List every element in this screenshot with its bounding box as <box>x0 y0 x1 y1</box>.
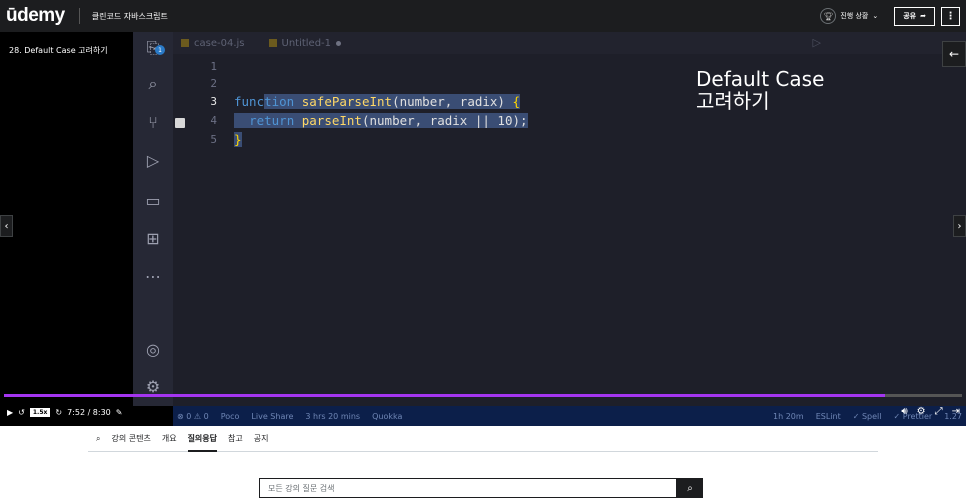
udemy-logo[interactable]: ūdemy <box>6 5 65 27</box>
volume-icon[interactable]: 🔊︎ <box>901 406 907 417</box>
keyword-token: func <box>234 94 265 109</box>
search-icon[interactable]: ⌕ <box>96 434 100 444</box>
slide-title-line1: Default Case <box>696 67 825 91</box>
status-eslint: ESLint <box>815 411 841 421</box>
trophy-icon: 🏆︎ <box>820 8 837 24</box>
header-divider <box>78 8 80 24</box>
status-time: 3 hrs 20 mins <box>305 411 361 421</box>
video-progress-fill <box>4 394 886 397</box>
settings-icon[interactable]: ⚙ <box>917 406 926 417</box>
account-icon: ◎ <box>146 339 160 359</box>
notes-icon[interactable]: ✎ <box>116 408 123 417</box>
tab-overview[interactable]: 개요 <box>162 433 177 444</box>
line-number: 5 <box>210 133 217 146</box>
forward-icon[interactable]: ↻ <box>55 408 62 417</box>
course-title[interactable]: 클린코드 자바스크립트 <box>92 11 168 22</box>
run-debug-icon: ▷ <box>146 150 160 170</box>
file-icon <box>268 39 277 47</box>
function-name-token: safeParseInt <box>301 94 393 109</box>
progress-label: 진행 상황 <box>840 12 869 20</box>
expanded-view-icon[interactable]: ⇥ <box>952 406 960 417</box>
extensions-icon: ⊞ <box>146 228 160 248</box>
function-name-token: parseInt <box>301 113 362 128</box>
previous-lecture-button[interactable]: ‹ <box>0 215 13 237</box>
tab-label: case-04.js <box>194 37 245 49</box>
share-label: 공유 <box>903 12 917 20</box>
editor-tabs: case-04.js Untitled-1 ▷ <box>173 32 966 54</box>
lecture-label: 28. Default Case 고려하기 <box>9 46 108 55</box>
tab-label: Untitled-1 <box>281 37 332 49</box>
playback-speed-button[interactable]: 1.5x <box>29 407 51 417</box>
breakpoint-marker <box>175 118 185 128</box>
progress-button[interactable]: 🏆︎ 진행 상황 ⌄ <box>820 8 878 24</box>
vscode-screen: ⎘ 1 ⌕ ⑂ ▷ ▭ ⊞ ⋯ ◎ ⚙ case-04.js Untitled-… <box>133 32 966 426</box>
slide-title-line2: 고려하기 <box>696 89 770 113</box>
remote-explorer-icon: ▭ <box>145 190 161 210</box>
fullscreen-icon[interactable]: ⤢ <box>935 406 943 417</box>
line-number: 2 <box>210 77 217 90</box>
args-token: (number, radix || 10); <box>361 113 528 128</box>
line-number: 4 <box>210 114 217 127</box>
video-player[interactable]: 28. Default Case 고려하기 ⎘ 1 ⌕ ⑂ ▷ ▭ ⊞ ⋯ ◎ … <box>0 32 966 426</box>
tab-untitled: Untitled-1 <box>268 37 342 49</box>
js-file-icon <box>181 39 189 47</box>
more-icon: ⋯ <box>145 266 161 286</box>
line-number: 3 <box>210 95 217 108</box>
video-controls-right: 🔊︎ ⚙ ⤢ ⇥ <box>901 406 960 417</box>
vscode-status-bar: ⊗ 0 ⚠ 0 Poco Live Share 3 hrs 20 mins Qu… <box>173 406 966 426</box>
search-button[interactable]: ⌕ <box>677 478 703 498</box>
video-progress-bar[interactable] <box>4 394 962 397</box>
code-line-4: return parseInt(number, radix || 10); <box>234 113 528 128</box>
keyword-token: return <box>249 113 295 128</box>
time-display: 7:52 / 8:30 <box>67 407 111 417</box>
status-session: 1h 20m <box>773 411 804 421</box>
status-poco: Poco <box>220 411 240 421</box>
expand-sidebar-button[interactable]: ← <box>942 41 966 67</box>
play-icon[interactable]: ▶ <box>7 408 13 417</box>
video-controls-left: ▶ ↺ 1.5x ↻ 7:52 / 8:30 ✎ <box>0 398 133 426</box>
status-spell: ✓ Spell <box>852 411 882 421</box>
status-quokka: Quokka <box>372 411 403 421</box>
top-header: ūdemy 클린코드 자바스크립트 🏆︎ 진행 상황 ⌄ 공유 ➦ ⋮ <box>0 0 966 32</box>
next-lecture-button[interactable]: › <box>953 215 966 237</box>
tab-qna[interactable]: 질의응답 <box>187 433 218 452</box>
code-line-5: } <box>234 132 242 147</box>
line-number: 1 <box>210 60 217 73</box>
unsaved-dot-icon <box>336 40 342 46</box>
activity-bar: ⎘ 1 ⌕ ⑂ ▷ ▭ ⊞ ⋯ ◎ ⚙ <box>133 32 173 406</box>
tab-announcements[interactable]: 공지 <box>254 433 269 444</box>
params-token: (number, radix) <box>392 94 513 109</box>
tab-case-04: case-04.js <box>181 38 245 49</box>
status-live-share: Live Share <box>251 411 294 421</box>
qna-search-input[interactable]: 모든 강의 질문 검색 <box>259 478 677 498</box>
chevron-down-icon: ⌄ <box>872 12 879 20</box>
brace-token: } <box>234 132 242 147</box>
code-line-3: function safeParseInt(number, radix) { <box>234 94 521 109</box>
status-problems: ⊗ 0 ⚠ 0 <box>177 411 209 421</box>
brace-token: { <box>512 94 521 109</box>
share-button[interactable]: 공유 ➦ <box>894 6 935 26</box>
tab-notes[interactable]: 참고 <box>228 433 243 444</box>
notification-badge: 1 <box>155 45 165 55</box>
source-control-icon: ⑂ <box>148 112 158 132</box>
search-icon: ⌕ <box>148 74 158 93</box>
share-arrow-icon: ➦ <box>920 12 926 20</box>
keyword-token: tion <box>264 94 295 109</box>
more-options-button[interactable]: ⋮ <box>941 6 960 26</box>
rewind-icon[interactable]: ↺ <box>18 408 25 417</box>
course-tabs: ⌕ 강의 콘텐츠 개요 질의응답 참고 공지 <box>88 426 878 452</box>
run-icon: ▷ <box>812 36 821 49</box>
tab-course-content[interactable]: 강의 콘텐츠 <box>111 433 150 444</box>
slide-title: Default Case 고려하기 <box>696 68 824 112</box>
